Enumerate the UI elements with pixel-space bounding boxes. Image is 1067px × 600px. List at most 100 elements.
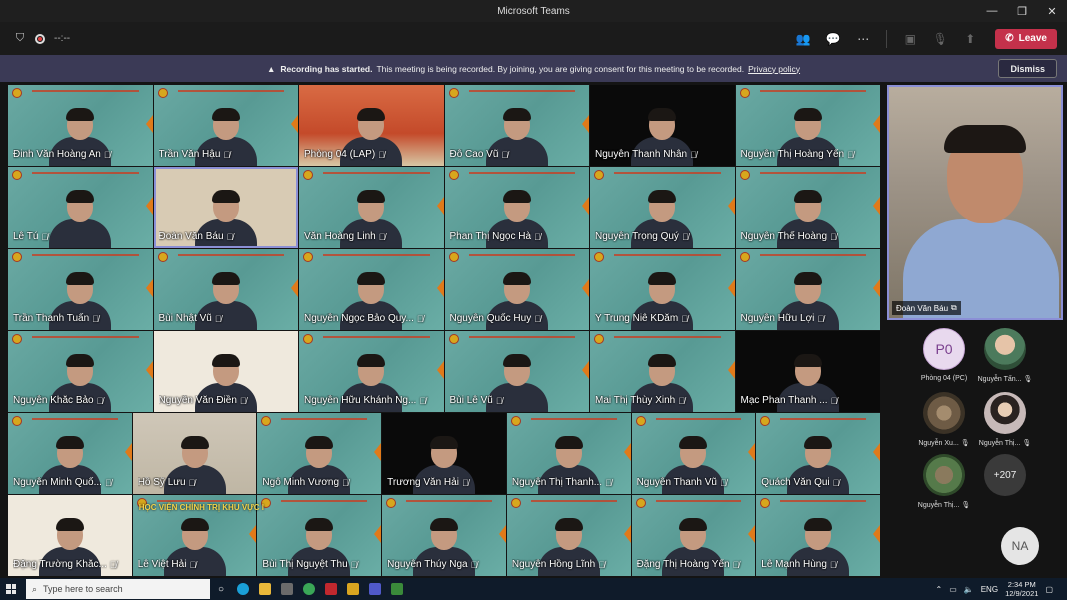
- self-view-avatar[interactable]: NA: [1001, 527, 1039, 565]
- red-app-icon[interactable]: [320, 578, 342, 600]
- participant-tile[interactable]: Nguyễn Thị Hoàng Yến 🎙̸: [735, 85, 880, 166]
- participant-tile[interactable]: Mạc Phan Thanh ... 🎙̸: [735, 331, 880, 412]
- minimize-button[interactable]: —: [977, 0, 1007, 22]
- participant-name: Nguyễn Trọng Quý: [595, 231, 679, 242]
- participant-name-tag: Nguyễn Minh Quố... 🎙̸: [13, 477, 127, 489]
- mic-muted-icon: 🎙̸: [829, 560, 837, 570]
- participant-tile[interactable]: Đỗ Cao Vũ 🎙̸: [444, 85, 589, 166]
- participant-tile[interactable]: Đặng Trường Khắc... 🎙̸: [8, 495, 132, 576]
- share-icon[interactable]: ⬆: [957, 26, 983, 52]
- roster-participant[interactable]: Nguyễn Xu... 🎙: [914, 392, 974, 447]
- participant-name: Nguyễn Hồng Lĩnh: [511, 559, 596, 570]
- participant-tile[interactable]: Văn Hoàng Linh 🎙̸: [299, 167, 444, 248]
- dismiss-button[interactable]: Dismiss: [998, 59, 1057, 78]
- clock-time: 2:34 PM: [1007, 580, 1036, 589]
- participant-tile[interactable]: Trần Văn Hậu 🎙̸: [153, 85, 298, 166]
- participant-tile[interactable]: Nguyễn Thị Thanh... 🎙̸: [506, 413, 631, 494]
- slide-arrow-decoration: [873, 115, 880, 133]
- participant-name: Nguyễn Thanh Vũ: [636, 477, 717, 488]
- participant-tile[interactable]: Bùi Nhật Vũ 🎙̸: [153, 249, 298, 330]
- participant-hair: [55, 436, 84, 449]
- emblem-icon: [448, 88, 459, 98]
- roster-participant[interactable]: Nguyễn Thị... 🎙: [975, 392, 1035, 447]
- mic-muted-icon: 🎙̸: [830, 396, 838, 406]
- start-button[interactable]: [0, 578, 22, 600]
- volume-icon[interactable]: 🔈: [964, 585, 974, 594]
- leave-button[interactable]: ✆ Leave: [995, 28, 1057, 49]
- store-icon[interactable]: [276, 578, 298, 600]
- chrome-icon[interactable]: [298, 578, 320, 600]
- participant-hair: [211, 108, 240, 121]
- roster-participant[interactable]: P0 Phòng 04 (PC): [914, 328, 974, 382]
- slide-arrow-decoration: [582, 197, 589, 215]
- chevron-up-icon[interactable]: ⌃: [935, 585, 942, 594]
- participant-tile[interactable]: Nguyễn Văn Điền 🎙̸: [153, 331, 298, 412]
- participant-name-tag: Phòng 04 (LAP) 🎙̸: [304, 149, 439, 161]
- participant-tile[interactable]: Nguyễn Ngọc Bảo Quy... 🎙̸: [299, 249, 444, 330]
- participant-name: Mai Thị Thùy Xinh: [595, 395, 676, 406]
- participant-tile[interactable]: Phòng 04 (LAP) 🎙̸: [299, 85, 444, 166]
- participant-tile[interactable]: Nguyễn Thanh Vũ 🎙̸: [631, 413, 756, 494]
- participant-tile[interactable]: Trần Thanh Tuấn 🎙̸: [8, 249, 153, 330]
- language-indicator[interactable]: ENG: [981, 585, 998, 594]
- participant-name: Nguyễn Thế Hoàng: [740, 231, 828, 242]
- more-participants-button[interactable]: +207: [975, 454, 1035, 496]
- participant-tile[interactable]: Nguyễn Hữu Khánh Ng... 🎙̸: [299, 331, 444, 412]
- participant-name: Đặng Trường Khắc...: [13, 559, 107, 570]
- teams-icon[interactable]: [364, 578, 386, 600]
- edge-icon[interactable]: [232, 578, 254, 600]
- participant-tile[interactable]: Lê Tú 🎙̸: [8, 167, 153, 248]
- participant-tile[interactable]: Nguyễn Quốc Huy 🎙̸: [444, 249, 589, 330]
- participant-tile[interactable]: Nguyễn Minh Quố... 🎙̸: [8, 413, 132, 494]
- green-app-icon[interactable]: [386, 578, 408, 600]
- maximize-button[interactable]: ❐: [1007, 0, 1037, 22]
- participant-tile[interactable]: Phan Thị Ngọc Hà 🎙̸: [444, 167, 589, 248]
- participant-tile[interactable]: Nguyễn Thanh Nhân 🎙̸: [590, 85, 735, 166]
- participant-name: Bùi Nhật Vũ: [158, 313, 212, 324]
- roster-participant[interactable]: Nguyễn Thị... 🎙: [914, 454, 974, 509]
- participant-tile[interactable]: Nguyễn Trọng Quý 🎙̸: [590, 167, 735, 248]
- mic-muted-icon: 🎙̸: [103, 150, 111, 160]
- participant-name-tag: Mạc Phan Thanh ... 🎙̸: [741, 395, 876, 407]
- privacy-policy-link[interactable]: Privacy policy: [748, 64, 800, 74]
- participant-tile[interactable]: Lê Mạnh Hùng 🎙̸: [756, 495, 880, 576]
- participant-name: Nguyễn Ngọc Bảo Quy...: [304, 313, 414, 324]
- participant-tile[interactable]: Hồ Sỹ Lưu 🎙̸: [132, 413, 257, 494]
- mic-muted-icon: 🎙̸: [830, 232, 837, 242]
- chat-icon[interactable]: 💬: [820, 26, 846, 52]
- network-icon[interactable]: ▭: [949, 585, 957, 594]
- slide-header-bar: [655, 418, 742, 420]
- mic-muted-icon: 🎙̸: [109, 560, 117, 570]
- participant-tile[interactable]: Nguyễn Hữu Lợi 🎙̸: [735, 249, 880, 330]
- participant-tile[interactable]: Nguyễn Hồng Lĩnh 🎙̸: [506, 495, 631, 576]
- roster-participant[interactable]: Nguyễn Tấn... 🎙: [975, 328, 1035, 383]
- participants-icon[interactable]: 👥: [790, 26, 816, 52]
- mic-off-icon[interactable]: 🎙: [927, 26, 953, 52]
- participant-tile[interactable]: Y Trung Niê KDăm 🎙̸: [590, 249, 735, 330]
- participant-tile[interactable]: Bùi Lê Vũ 🎙̸: [444, 331, 589, 412]
- participant-name-tag: Phan Thị Ngọc Hà 🎙̸: [450, 231, 585, 243]
- notification-icon[interactable]: ▢: [1045, 585, 1053, 594]
- participant-tile[interactable]: Quách Văn Qui 🎙̸: [756, 413, 880, 494]
- more-icon[interactable]: ⋯: [850, 26, 876, 52]
- participant-tile[interactable]: Đoàn Văn Báu 🎙̸: [153, 167, 298, 248]
- taskbar-search[interactable]: ⌕ Type here to search: [26, 579, 210, 599]
- close-window-button[interactable]: ✕: [1037, 0, 1067, 22]
- task-view-icon[interactable]: ○: [210, 578, 232, 600]
- participant-tile[interactable]: Mai Thị Thùy Xinh 🎙̸: [590, 331, 735, 412]
- participant-tile[interactable]: Nguyễn Khắc Bảo 🎙̸: [8, 331, 153, 412]
- participant-tile[interactable]: Nguyễn Thế Hoàng 🎙̸: [735, 167, 880, 248]
- featured-video[interactable]: Đoàn Văn Báu ⧉: [887, 85, 1063, 320]
- yellow-app-icon[interactable]: [342, 578, 364, 600]
- mic-muted-icon: 🎙̸: [378, 150, 385, 160]
- clock[interactable]: 2:34 PM 12/9/2021: [1005, 580, 1038, 598]
- participant-tile[interactable]: Ngô Minh Vương 🎙̸: [257, 413, 382, 494]
- participant-tile[interactable]: Đinh Văn Hoàng An 🎙̸: [8, 85, 153, 166]
- file-explorer-icon[interactable]: [254, 578, 276, 600]
- participant-tile[interactable]: Đặng Thị Hoàng Yến 🎙̸: [631, 495, 756, 576]
- emblem-icon: [739, 88, 750, 98]
- camera-off-icon[interactable]: ▣: [897, 26, 923, 52]
- participant-tile[interactable]: Trương Văn Hải 🎙̸: [382, 413, 506, 494]
- participant-tile[interactable]: Bùi Thị Nguyệt Thu 🎙̸: [257, 495, 382, 576]
- participant-tile[interactable]: Nguyễn Thúy Nga 🎙̸: [382, 495, 506, 576]
